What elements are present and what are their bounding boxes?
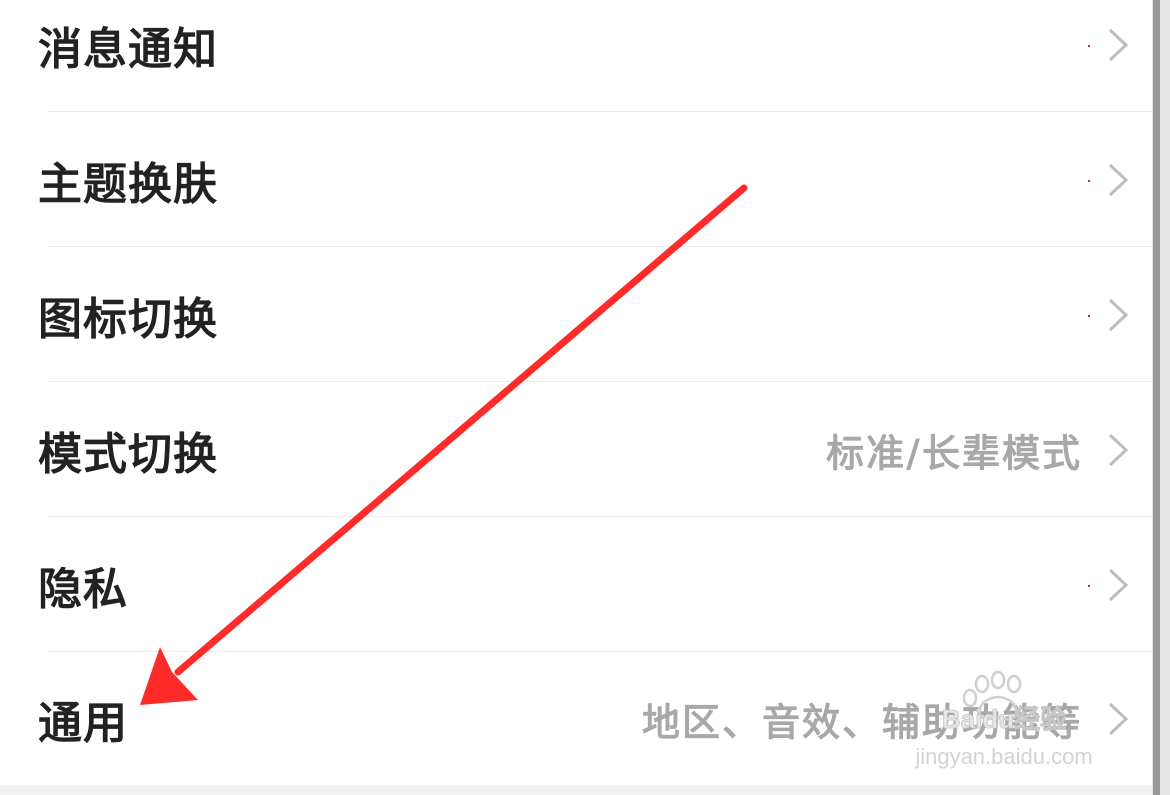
settings-item-label: 主题换肤 [38, 158, 218, 210]
settings-item-icon-switch[interactable]: 图标切换 [0, 247, 1152, 382]
chevron-right-icon [1108, 28, 1129, 61]
settings-item-mode-switch[interactable]: 模式切换 标准/长辈模式 [0, 382, 1152, 517]
marker-dot [1088, 44, 1090, 47]
chevron-right-icon [1108, 568, 1129, 601]
settings-item-label: 图标切换 [38, 293, 218, 345]
chevron-right-icon [1108, 163, 1129, 196]
settings-item-label: 消息通知 [38, 23, 218, 75]
chevron-right-icon [1108, 433, 1129, 466]
settings-item-theme[interactable]: 主题换肤 [0, 112, 1152, 247]
bottom-section-gap [0, 785, 1152, 795]
scrollbar-thumb[interactable] [1153, 0, 1160, 795]
settings-item-label: 隐私 [38, 563, 128, 615]
marker-dot [1088, 584, 1090, 587]
settings-item-value: 地区、音效、辅助功能等 [641, 700, 1082, 744]
marker-dot [1088, 179, 1090, 182]
scrollbar[interactable] [1152, 0, 1170, 795]
settings-item-privacy[interactable]: 隐私 [0, 517, 1152, 652]
chevron-right-icon [1108, 702, 1129, 735]
settings-item-label: 通用 [38, 697, 128, 749]
settings-screen: 消息通知 主题换肤 图标切换 模式切换 标准/长辈模式 隐私 通用 地区、音效、… [0, 0, 1152, 795]
marker-dot [1088, 314, 1090, 317]
settings-item-general[interactable]: 通用 地区、音效、辅助功能等 [0, 652, 1152, 785]
chevron-right-icon [1108, 298, 1129, 331]
settings-item-label: 模式切换 [38, 428, 218, 480]
settings-item-value: 标准/长辈模式 [826, 431, 1082, 475]
settings-item-notifications[interactable]: 消息通知 [0, 0, 1152, 112]
